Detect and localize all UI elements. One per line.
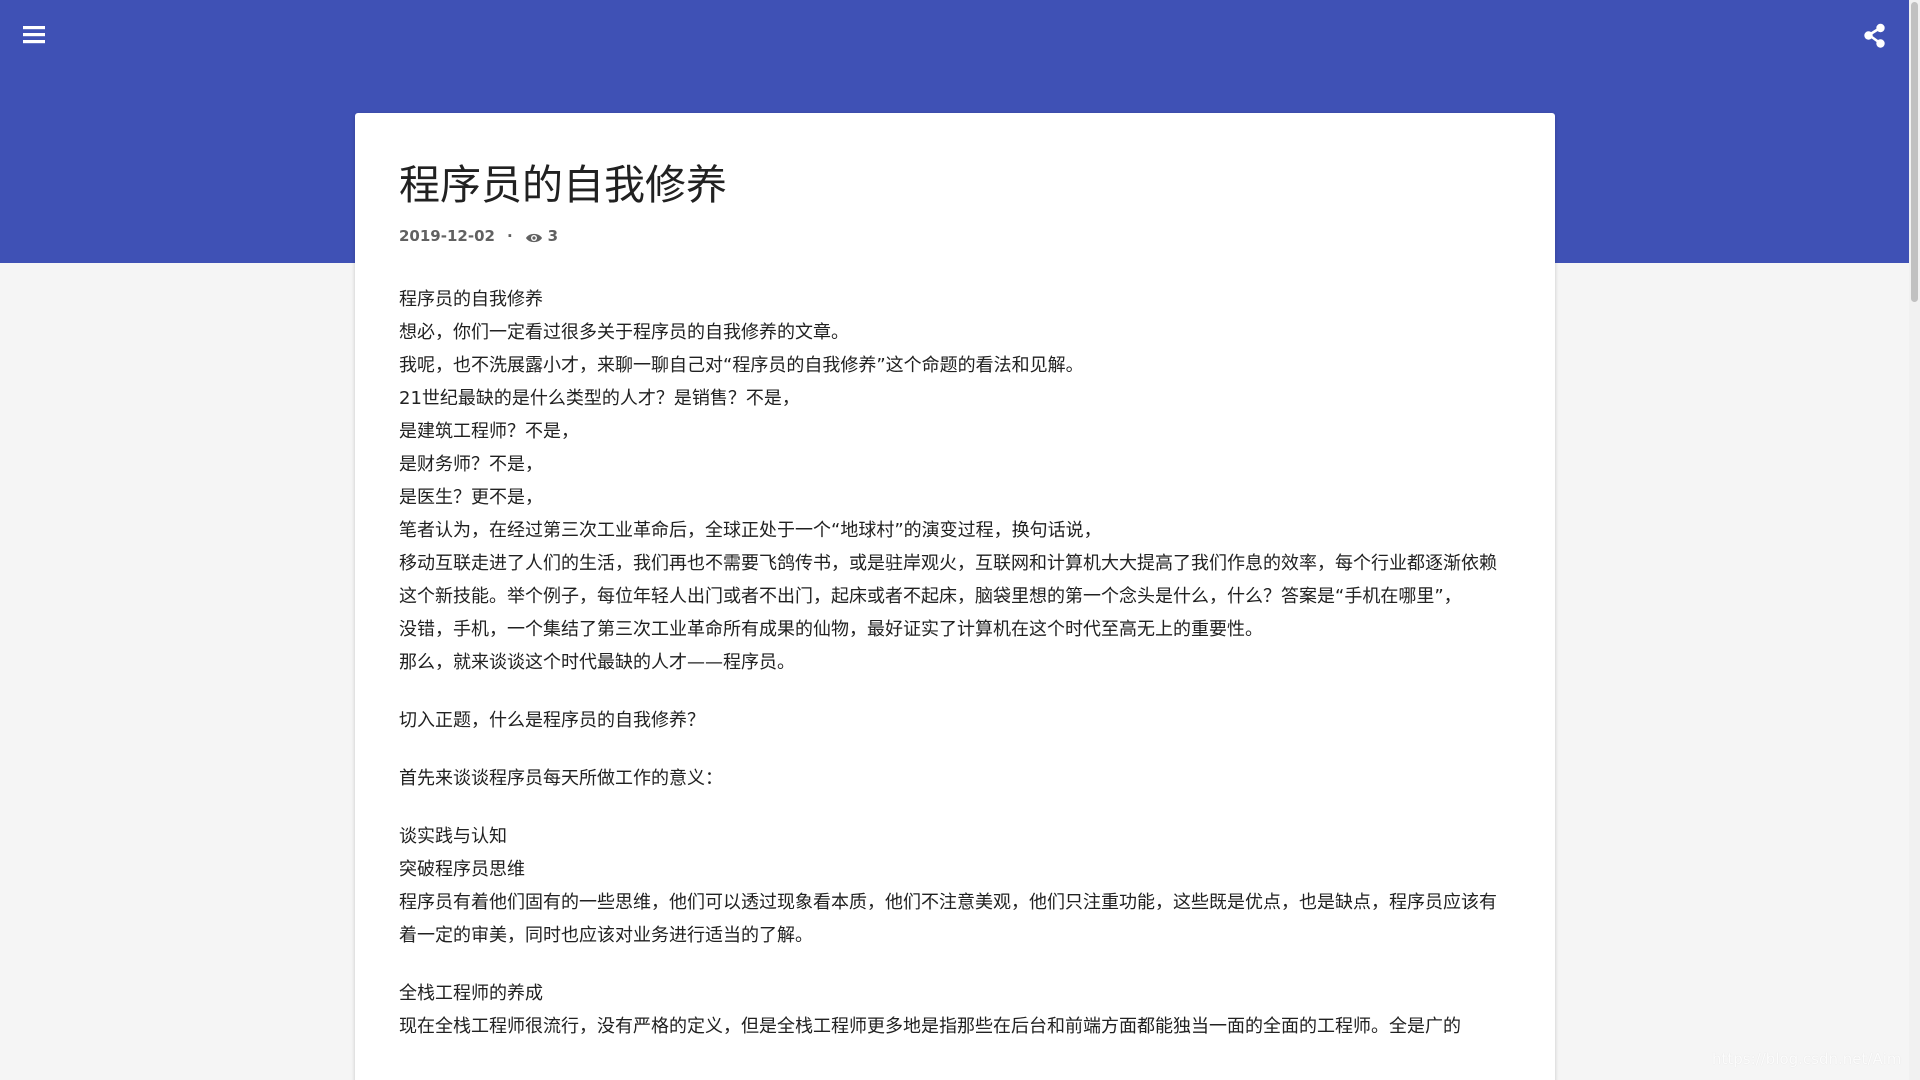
eye-icon (525, 230, 543, 243)
text-line: 21世纪最缺的是什么类型的人才？是销售？不是， (399, 388, 800, 409)
article-date: 2019-12-02 (399, 227, 495, 245)
text-line: 首先来谈谈程序员每天所做工作的意义： (399, 768, 723, 789)
paragraph: 切入正题，什么是程序员的自我修养？ (399, 704, 1511, 737)
text-line: 现在全栈工程师很流行，没有严格的定义，但是全栈工程师更多地是指那些在后台和前端方… (399, 1016, 1461, 1037)
text-line: 程序员的自我修养 (399, 289, 543, 310)
article-title: 程序员的自我修养 (399, 161, 727, 209)
paragraph: 谈实践与认知 突破程序员思维 程序员有着他们固有的一些思维，他们可以透过现象看本… (399, 820, 1511, 952)
text-line: 全栈工程师的养成 (399, 983, 543, 1004)
text-line: 程序员有着他们固有的一些思维，他们可以透过现象看本质，他们不注意美观，他们只注重… (399, 892, 1497, 946)
text-line: 是医生？更不是， (399, 487, 543, 508)
paragraph: 首先来谈谈程序员每天所做工作的意义： (399, 762, 1511, 795)
page-scrollbar[interactable] (1909, 0, 1920, 1080)
text-line: 想必，你们一定看过很多关于程序员的自我修养的文章。 (399, 322, 849, 343)
watermark: https://blog.csdn.net/Aimeto (1712, 1050, 1902, 1068)
text-line: 移动互联走进了人们的生活，我们再也不需要飞鸽传书，或是驻岸观火，互联网和计算机大… (399, 553, 1497, 607)
text-line: 是建筑工程师？不是， (399, 421, 579, 442)
menu-icon[interactable] (20, 22, 50, 48)
text-line: 我呢，也不洗展露小才，来聊一聊自己对“程序员的自我修养”这个命题的看法和见解。 (399, 355, 1084, 376)
text-line: 那么，就来谈谈这个时代最缺的人才——程序员。 (399, 652, 795, 673)
scrollbar-thumb[interactable] (1911, 2, 1918, 302)
text-line: 切入正题，什么是程序员的自我修养？ (399, 710, 705, 731)
text-line: 突破程序员思维 (399, 859, 525, 880)
paragraph: 程序员的自我修养 想必，你们一定看过很多关于程序员的自我修养的文章。 我呢，也不… (399, 283, 1511, 679)
text-line: 笔者认为，在经过第三次工业革命后，全球正处于一个“地球村”的演变过程，换句话说， (399, 520, 1102, 541)
text-line: 谈实践与认知 (399, 826, 507, 847)
article-meta: 2019-12-02 · 3 (399, 225, 558, 247)
text-line: 没错，手机，一个集结了第三次工业革命所有成果的仙物，最好证实了计算机在这个时代至… (399, 619, 1263, 640)
text-line: 是财务师？不是， (399, 454, 543, 475)
share-icon[interactable] (1861, 22, 1889, 50)
meta-separator: · (506, 227, 513, 245)
view-count: 3 (547, 227, 559, 245)
page: 程序员的自我修养 2019-12-02 · 3 程序员的自我修养 想必，你们一定… (0, 0, 1920, 1080)
paragraph: 全栈工程师的养成 现在全栈工程师很流行，没有严格的定义，但是全栈工程师更多地是指… (399, 977, 1511, 1043)
article-content: 程序员的自我修养 想必，你们一定看过很多关于程序员的自我修养的文章。 我呢，也不… (399, 283, 1511, 1068)
article-card: 程序员的自我修养 2019-12-02 · 3 程序员的自我修养 想必，你们一定… (355, 113, 1555, 1080)
